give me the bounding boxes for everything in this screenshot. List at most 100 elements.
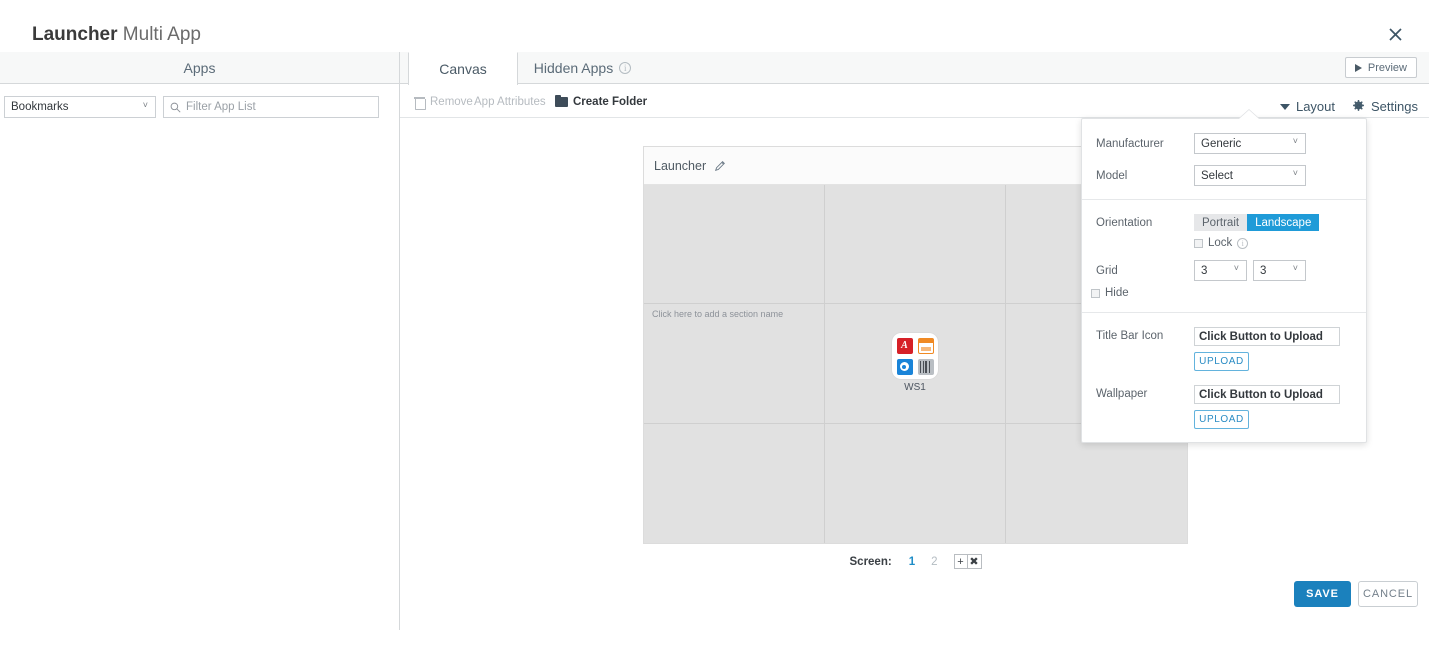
grid-cols-select[interactable]: 3 ˅ bbox=[1253, 260, 1306, 281]
title-bar-icon-row: Title Bar Icon Click Button to Upload UP… bbox=[1082, 327, 1366, 371]
tab-hidden-apps[interactable]: Hidden Apps i bbox=[520, 52, 645, 84]
trash-icon bbox=[414, 96, 426, 110]
section-name-placeholder[interactable]: Click here to add a section name bbox=[652, 309, 783, 319]
tab-canvas[interactable]: Canvas bbox=[408, 52, 518, 85]
create-folder-button[interactable]: Create Folder bbox=[555, 93, 647, 111]
app-group-ws1[interactable]: A WS1 bbox=[892, 333, 938, 393]
hide-checkbox[interactable] bbox=[1091, 288, 1100, 298]
orientation-label: Orientation bbox=[1096, 216, 1153, 229]
chevron-down-icon: ˅ bbox=[1233, 263, 1239, 273]
remove-button[interactable]: Remove bbox=[414, 93, 473, 111]
pencil-icon[interactable] bbox=[714, 160, 726, 172]
title-bar-icon-field[interactable]: Click Button to Upload bbox=[1194, 327, 1340, 346]
grid-cell[interactable] bbox=[644, 185, 825, 305]
title-bar-icon-label: Title Bar Icon bbox=[1096, 330, 1164, 342]
search-icon bbox=[170, 102, 181, 113]
info-icon: i bbox=[619, 62, 632, 74]
orientation-toggle: Portrait Landscape bbox=[1194, 214, 1320, 231]
close-icon[interactable] bbox=[1383, 22, 1407, 46]
orientation-landscape-option[interactable]: Landscape bbox=[1247, 214, 1320, 231]
model-select[interactable]: Select ˅ bbox=[1194, 165, 1306, 186]
popover-device-section: Manufacturer Generic ˅ Model Select ˅ bbox=[1082, 119, 1366, 200]
grid-cell[interactable] bbox=[825, 185, 1006, 305]
lock-label: Lock bbox=[1208, 237, 1233, 249]
page-title: Launcher Multi App bbox=[32, 24, 201, 46]
acrobat-icon: A bbox=[896, 337, 913, 354]
gear-icon bbox=[1353, 100, 1364, 111]
grid-row: Grid 3 ˅ 3 ˅ bbox=[1082, 260, 1366, 281]
add-screen-button[interactable]: + bbox=[953, 554, 968, 569]
model-value: Select bbox=[1201, 169, 1233, 182]
app-source-value: Bookmarks bbox=[11, 101, 69, 113]
grid-rows-select[interactable]: 3 ˅ bbox=[1194, 260, 1247, 281]
app-group-label: WS1 bbox=[904, 382, 926, 394]
app-group-tile: A bbox=[892, 333, 938, 380]
lock-checkbox[interactable] bbox=[1194, 238, 1203, 248]
grid-cell[interactable]: A WS1 bbox=[825, 304, 1006, 424]
wallpaper-field-value: Click Button to Upload bbox=[1199, 388, 1323, 401]
grid-cell[interactable] bbox=[644, 423, 825, 543]
screen-page-2[interactable]: 2 bbox=[926, 556, 942, 568]
info-icon: i bbox=[1237, 237, 1249, 249]
hide-checkbox-group: Hide bbox=[1091, 287, 1129, 299]
panel-links: Layout Settings bbox=[1279, 99, 1418, 114]
search-input-placeholder: Filter App List bbox=[186, 101, 256, 113]
wallpaper-upload-button[interactable]: UPLOAD bbox=[1194, 410, 1249, 429]
wallpaper-field[interactable]: Click Button to Upload bbox=[1194, 385, 1340, 404]
delete-screen-button[interactable]: ✖ bbox=[967, 554, 982, 569]
folder-icon bbox=[555, 94, 568, 107]
popover-assets-section: Title Bar Icon Click Button to Upload UP… bbox=[1082, 313, 1366, 442]
orientation-row: Orientation Portrait Landscape bbox=[1082, 214, 1366, 231]
title-bar-icon-upload-button[interactable]: UPLOAD bbox=[1194, 352, 1249, 371]
app-filter-row: Bookmarks ˅ Filter App List bbox=[4, 96, 379, 118]
lock-row: Lock i bbox=[1082, 237, 1366, 249]
screen-page-1[interactable]: 1 bbox=[904, 556, 920, 568]
grid-label: Grid bbox=[1096, 264, 1118, 277]
tab-apps[interactable]: Apps bbox=[0, 52, 399, 84]
settings-toggle-label: Settings bbox=[1371, 99, 1418, 114]
tab-canvas-label: Canvas bbox=[439, 61, 487, 77]
play-icon bbox=[1354, 63, 1362, 72]
app-attributes-label: App Attributes bbox=[474, 96, 546, 108]
title-bar-icon-upload-group: Click Button to Upload UPLOAD bbox=[1194, 327, 1340, 371]
window-title-bar: Launcher Multi App bbox=[0, 0, 1429, 52]
lock-checkbox-group: Lock i bbox=[1194, 237, 1249, 249]
grid-rows-value: 3 bbox=[1201, 264, 1208, 277]
wallpaper-upload-group: Click Button to Upload UPLOAD bbox=[1194, 385, 1340, 429]
model-label: Model bbox=[1096, 169, 1128, 182]
chevron-down-icon: ˅ bbox=[1292, 168, 1298, 178]
manufacturer-row: Manufacturer Generic ˅ bbox=[1082, 133, 1366, 154]
hide-row: Hide bbox=[1082, 287, 1366, 299]
apps-panel: Apps Bookmarks ˅ Filter App List bbox=[0, 52, 400, 630]
grid-cell[interactable] bbox=[825, 423, 1006, 543]
screen-label: Screen: bbox=[849, 555, 892, 568]
action-toolbar: Remove App Attributes Create Folder bbox=[400, 85, 1429, 118]
main-tab-bar: Canvas Hidden Apps i Preview bbox=[400, 52, 1429, 85]
cancel-button[interactable]: CANCEL bbox=[1358, 581, 1418, 607]
tab-hidden-apps-label: Hidden Apps bbox=[533, 60, 614, 76]
popover-arrow bbox=[1239, 110, 1259, 119]
tab-apps-label: Apps bbox=[183, 59, 216, 76]
remove-button-label: Remove bbox=[430, 96, 473, 108]
preview-button[interactable]: Preview bbox=[1344, 57, 1417, 78]
chevron-down-icon: ˅ bbox=[142, 100, 148, 110]
grid-cell[interactable]: Click here to add a section name bbox=[644, 304, 825, 424]
settings-toggle[interactable]: Settings bbox=[1352, 99, 1418, 114]
screen-pagination: Screen: 1 2 + ✖ bbox=[643, 554, 1188, 569]
layout-popover: Manufacturer Generic ˅ Model Select ˅ Or… bbox=[1081, 118, 1367, 443]
save-button[interactable]: SAVE bbox=[1294, 581, 1351, 607]
orientation-portrait-option[interactable]: Portrait bbox=[1194, 214, 1248, 231]
search-input[interactable]: Filter App List bbox=[163, 96, 379, 118]
screen-page-controls: + ✖ bbox=[953, 554, 982, 569]
window-folder-icon bbox=[917, 337, 934, 354]
model-row: Model Select ˅ bbox=[1082, 165, 1366, 186]
app-attributes-button[interactable]: App Attributes bbox=[474, 93, 546, 111]
layout-toggle[interactable]: Layout bbox=[1279, 99, 1335, 114]
hide-label: Hide bbox=[1105, 287, 1129, 299]
outlook-icon bbox=[896, 358, 913, 375]
title-bar-icon-upload-label: UPLOAD bbox=[1199, 356, 1244, 367]
chevron-down-icon: ˅ bbox=[1292, 263, 1298, 273]
wallpaper-row: Wallpaper Click Button to Upload UPLOAD bbox=[1082, 385, 1366, 429]
manufacturer-select[interactable]: Generic ˅ bbox=[1194, 133, 1306, 154]
app-source-select[interactable]: Bookmarks ˅ bbox=[4, 96, 156, 118]
